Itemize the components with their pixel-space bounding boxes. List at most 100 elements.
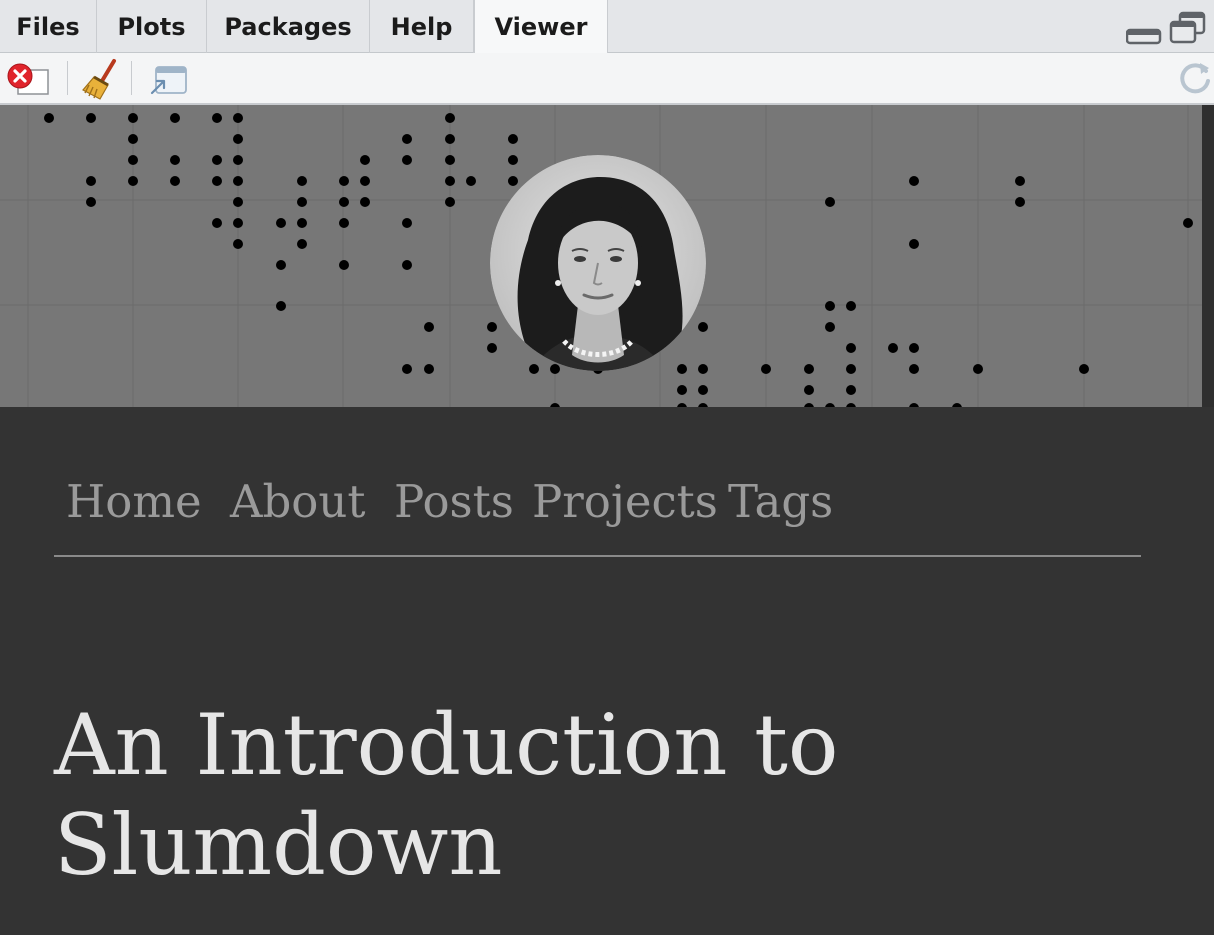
nav-posts-link[interactable]: Posts — [394, 475, 514, 528]
banner-dot — [487, 322, 497, 332]
banner-dot — [212, 113, 222, 123]
banner-dot — [825, 301, 835, 311]
broom-icon[interactable] — [80, 57, 124, 105]
banner-dot — [339, 218, 349, 228]
nav-tags-link[interactable]: Tags — [728, 475, 833, 528]
banner-dot — [212, 218, 222, 228]
banner-dot — [86, 197, 96, 207]
minimize-pane-icon[interactable] — [1125, 14, 1162, 50]
banner-dot — [804, 385, 814, 395]
banner-dot — [508, 155, 518, 165]
banner-dot — [128, 176, 138, 186]
banner-dot — [424, 322, 434, 332]
banner-dot — [825, 197, 835, 207]
banner-dot — [508, 134, 518, 144]
banner-dot — [909, 239, 919, 249]
banner-dot — [846, 364, 856, 374]
banner-dot — [846, 301, 856, 311]
banner-dot — [550, 403, 560, 407]
banner-dot — [466, 176, 476, 186]
banner-dot — [761, 364, 771, 374]
toolbar-separator — [131, 61, 132, 95]
banner-dot — [233, 218, 243, 228]
banner-dot — [909, 176, 919, 186]
banner-dot — [170, 155, 180, 165]
banner-dot — [445, 176, 455, 186]
banner-dot — [804, 364, 814, 374]
banner-dot — [698, 403, 708, 407]
viewer-content: Home About Posts Projects Tags An Introd… — [0, 105, 1214, 935]
nav-projects-link[interactable]: Projects — [532, 475, 718, 528]
banner-dot — [128, 155, 138, 165]
banner-dot — [402, 218, 412, 228]
banner-dot — [276, 301, 286, 311]
banner-dot — [276, 218, 286, 228]
banner-dot — [677, 403, 687, 407]
banner-dot — [1079, 364, 1089, 374]
tab-packages[interactable]: Packages — [207, 0, 370, 53]
tab-files[interactable]: Files — [0, 0, 97, 53]
page-title: An Introduction to Slumdown — [54, 695, 954, 895]
banner-dot — [846, 343, 856, 353]
banner-dot — [677, 364, 687, 374]
banner-dot — [233, 134, 243, 144]
banner-dot — [445, 155, 455, 165]
viewer-toolbar — [0, 53, 1214, 105]
nav-about-link[interactable]: About — [230, 475, 365, 528]
banner-dot — [297, 239, 307, 249]
banner-dot — [550, 364, 560, 374]
banner-dot — [44, 113, 54, 123]
page-title-line-2: Slumdown — [54, 796, 503, 894]
tab-help[interactable]: Help — [370, 0, 474, 53]
banner-dot — [170, 176, 180, 186]
avatar — [490, 155, 706, 371]
banner-dot — [508, 176, 518, 186]
banner-dot — [825, 322, 835, 332]
banner-dot — [804, 403, 814, 407]
banner-dot — [529, 364, 539, 374]
site-navigation: Home About Posts Projects Tags — [54, 475, 1141, 557]
maximize-pane-icon[interactable] — [1168, 10, 1208, 50]
banner-dot — [233, 197, 243, 207]
banner-dot — [339, 197, 349, 207]
banner-dot — [360, 197, 370, 207]
stop-icon[interactable] — [6, 62, 50, 102]
tab-plots[interactable]: Plots — [97, 0, 207, 53]
banner-dot — [487, 343, 497, 353]
refresh-icon[interactable] — [1176, 59, 1214, 101]
banner-dot — [825, 403, 835, 407]
banner-dot — [212, 176, 222, 186]
tab-viewer[interactable]: Viewer — [474, 0, 608, 54]
banner-dot — [909, 343, 919, 353]
banner-dot — [445, 197, 455, 207]
viewer-scrollbar[interactable] — [1202, 105, 1214, 407]
toolbar-separator — [67, 61, 68, 95]
show-in-window-icon[interactable] — [148, 65, 190, 101]
banner-dot — [233, 176, 243, 186]
banner-dot — [86, 113, 96, 123]
banner-dot — [170, 113, 180, 123]
banner-dot — [677, 385, 687, 395]
banner-dot — [233, 113, 243, 123]
banner-dot — [360, 155, 370, 165]
banner-dot — [276, 260, 286, 270]
banner-dot — [1015, 176, 1025, 186]
banner-dot — [212, 155, 222, 165]
banner-dot — [952, 403, 962, 407]
banner-dot — [888, 343, 898, 353]
banner-dot — [973, 364, 983, 374]
banner-dot — [445, 134, 455, 144]
nav-home-link[interactable]: Home — [66, 475, 202, 528]
banner-dot — [402, 364, 412, 374]
banner-dot — [233, 239, 243, 249]
banner-dot — [297, 197, 307, 207]
banner-dot — [86, 176, 96, 186]
banner-dot — [424, 364, 434, 374]
banner-dot — [233, 155, 243, 165]
banner-dot — [846, 403, 856, 407]
banner-dot — [1015, 197, 1025, 207]
banner-dot — [297, 176, 307, 186]
pane-tabbar: Files Plots Packages Help Viewer — [0, 0, 1214, 54]
banner-dot — [339, 260, 349, 270]
banner-dot — [360, 176, 370, 186]
